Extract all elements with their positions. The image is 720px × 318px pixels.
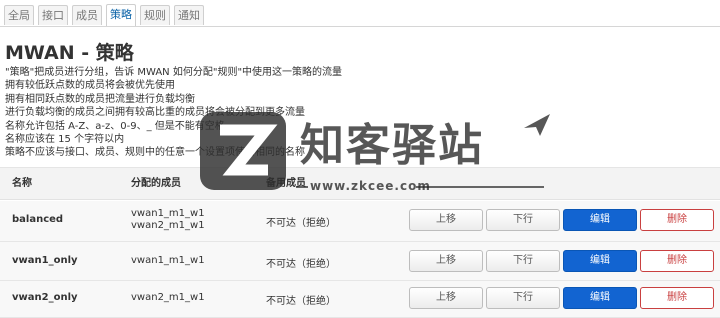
delete-button[interactable]: 删除: [640, 209, 714, 231]
tab-rules[interactable]: 规则: [140, 5, 170, 25]
policy-members: vwan1_m1_w1 vwan2_m1_w1: [131, 208, 205, 232]
move-up-button[interactable]: 上移: [409, 250, 483, 272]
header-name: 名称: [12, 178, 32, 189]
policy-backup: 不可达（拒绝）: [266, 218, 336, 229]
member-item: vwan2_m1_w1: [131, 220, 205, 231]
tab-global[interactable]: 全局: [4, 5, 34, 25]
tab-members[interactable]: 成员: [72, 5, 102, 25]
policy-members: vwan2_m1_w1: [131, 292, 205, 304]
table-row: vwan1_only vwan1_m1_w1 不可达（拒绝） 上移 下行 编辑 …: [0, 242, 720, 281]
header-members: 分配的成员: [131, 178, 181, 189]
delete-button[interactable]: 删除: [640, 287, 714, 309]
member-item: vwan2_m1_w1: [131, 292, 205, 303]
move-down-button[interactable]: 下行: [486, 287, 560, 309]
policy-name: balanced: [12, 214, 64, 225]
table-header: 名称 分配的成员 备用成员: [0, 167, 720, 200]
description-line: 策略不应该与接口、成员、规则中的任意一个设置项使用相同的名称: [5, 147, 305, 159]
edit-button[interactable]: 编辑: [563, 250, 637, 272]
tab-policies[interactable]: 策略: [106, 4, 136, 26]
tab-interfaces[interactable]: 接口: [38, 5, 68, 25]
header-backup: 备用成员: [266, 178, 306, 189]
member-item: vwan1_m1_w1: [131, 255, 205, 266]
description-line: 名称应该在 15 个字符以内: [5, 133, 125, 145]
description-line: 进行负载均衡的成员之间拥有较高比重的成员将会被分配到更多流量: [5, 107, 305, 119]
tab-notifications[interactable]: 通知: [174, 5, 204, 25]
table-row: vwan2_only vwan2_m1_w1 不可达（拒绝） 上移 下行 编辑 …: [0, 281, 720, 318]
move-up-button[interactable]: 上移: [409, 287, 483, 309]
policy-members: vwan1_m1_w1: [131, 255, 205, 267]
description-line: "策略"把成员进行分组，告诉 MWAN 如何分配"规则"中使用这一策略的流量: [5, 67, 343, 78]
watermark-arrow-icon: [524, 114, 550, 136]
edit-button[interactable]: 编辑: [563, 209, 637, 231]
move-down-button[interactable]: 下行: [486, 250, 560, 272]
move-up-button[interactable]: 上移: [409, 209, 483, 231]
edit-button[interactable]: 编辑: [563, 287, 637, 309]
description-line: 拥有相同跃点数的成员把流量进行负载均衡: [5, 93, 195, 105]
tab-bar: 全局 接口 成员 策略 规则 通知: [0, 0, 720, 27]
member-item: vwan1_m1_w1: [131, 208, 205, 219]
page-title: MWAN - 策略: [5, 42, 134, 64]
policy-name: vwan2_only: [12, 292, 78, 303]
description-line: 拥有较低跃点数的成员将会被优先使用: [5, 80, 175, 92]
policy-name: vwan1_only: [12, 255, 78, 266]
delete-button[interactable]: 删除: [640, 250, 714, 272]
table-row: balanced vwan1_m1_w1 vwan2_m1_w1 不可达（拒绝）…: [0, 201, 720, 242]
description-line: 名称允许包括 A-Z、a-z、0-9、_ 但是不能有空格: [5, 120, 225, 132]
page-description: "策略"把成员进行分组，告诉 MWAN 如何分配"规则"中使用这一策略的流量 拥…: [5, 66, 342, 160]
move-down-button[interactable]: 下行: [486, 209, 560, 231]
policy-backup: 不可达（拒绝）: [266, 259, 336, 270]
policy-backup: 不可达（拒绝）: [266, 296, 336, 307]
